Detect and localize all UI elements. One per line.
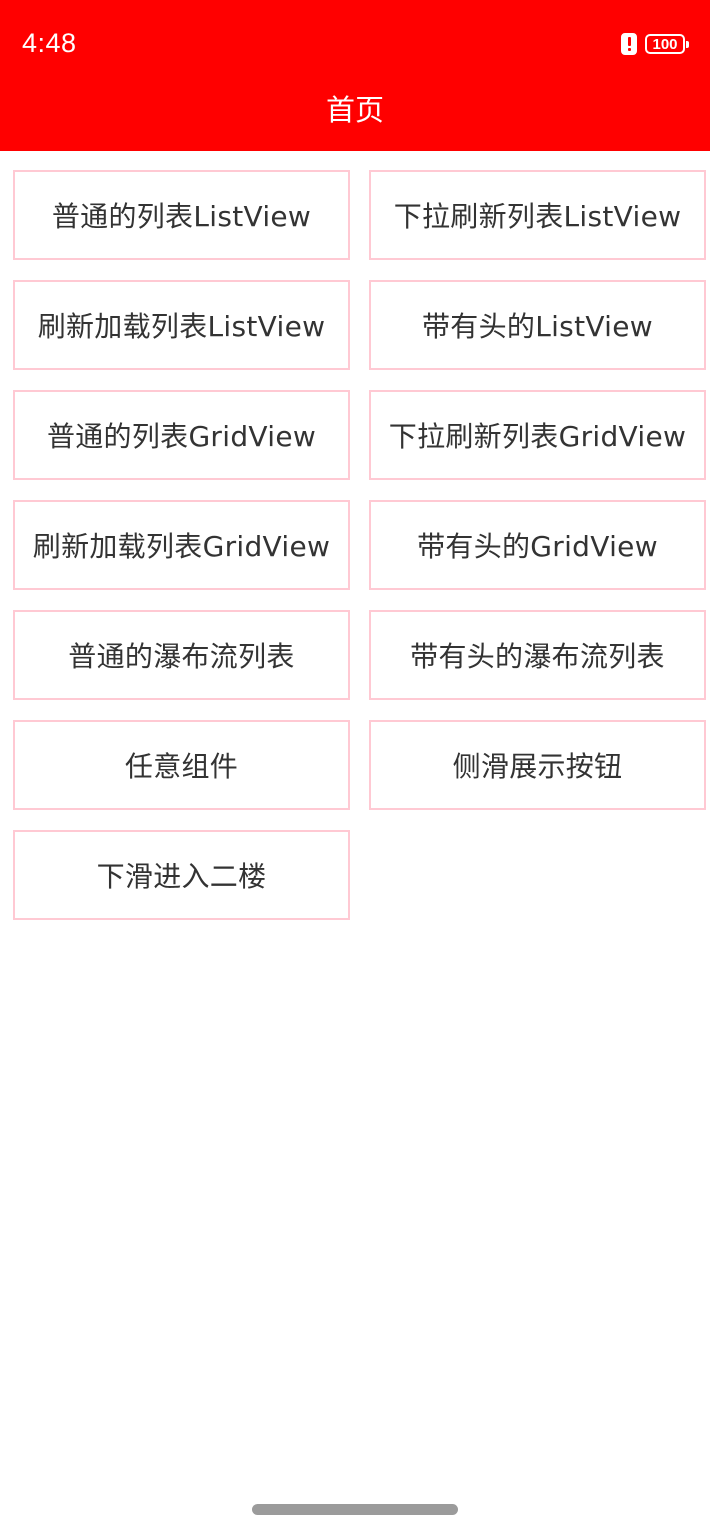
listview-with-header-button[interactable]: 带有头的ListView bbox=[369, 280, 706, 370]
listview-refresh-load-button[interactable]: 刷新加载列表ListView bbox=[13, 280, 350, 370]
alert-icon bbox=[621, 33, 637, 55]
gridview-refresh-load-button[interactable]: 刷新加载列表GridView bbox=[13, 500, 350, 590]
battery-icon: 100 bbox=[645, 34, 689, 54]
demo-button-grid: 普通的列表ListView 下拉刷新列表ListView 刷新加载列表ListV… bbox=[13, 170, 706, 920]
gridview-pull-refresh-button[interactable]: 下拉刷新列表GridView bbox=[369, 390, 706, 480]
app-header: 4:48 100 首页 bbox=[0, 0, 710, 151]
second-floor-button[interactable]: 下滑进入二楼 bbox=[13, 830, 350, 920]
home-indicator[interactable] bbox=[252, 1504, 458, 1515]
any-component-button[interactable]: 任意组件 bbox=[13, 720, 350, 810]
swipe-actions-button[interactable]: 侧滑展示按钮 bbox=[369, 720, 706, 810]
waterfall-basic-button[interactable]: 普通的瀑布流列表 bbox=[13, 610, 350, 700]
status-icons: 100 bbox=[621, 33, 689, 55]
status-time: 4:48 bbox=[22, 28, 77, 58]
page-title: 首页 bbox=[325, 93, 384, 127]
listview-pull-refresh-button[interactable]: 下拉刷新列表ListView bbox=[369, 170, 706, 260]
battery-level: 100 bbox=[652, 35, 678, 53]
gridview-with-header-button[interactable]: 带有头的GridView bbox=[369, 500, 706, 590]
gridview-basic-button[interactable]: 普通的列表GridView bbox=[13, 390, 350, 480]
waterfall-with-header-button[interactable]: 带有头的瀑布流列表 bbox=[369, 610, 706, 700]
listview-basic-button[interactable]: 普通的列表ListView bbox=[13, 170, 350, 260]
